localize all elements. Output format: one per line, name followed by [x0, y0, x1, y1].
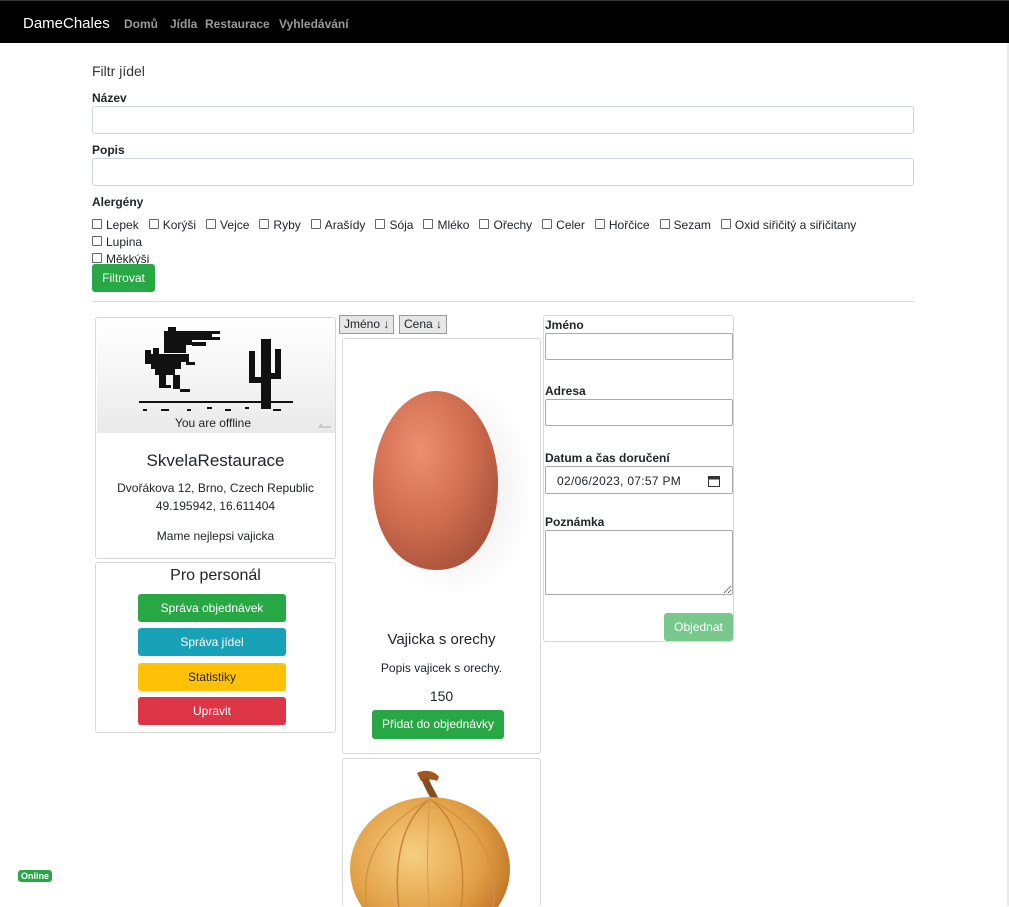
order-datetime-value: 02/06/2023, 07:57 PM: [557, 474, 682, 488]
allergen-option-label: Sója: [389, 218, 414, 232]
nav-link-search[interactable]: Vyhledávání: [279, 17, 349, 31]
allergen-checkbox[interactable]: [720, 219, 731, 229]
edit-restaurant-button[interactable]: Upravit: [138, 697, 286, 725]
restaurant-address: Dvořákova 12, Brno, Czech Republic: [117, 481, 314, 495]
allergen-option-label: Lepek: [106, 218, 139, 232]
onion-image: [350, 770, 510, 907]
allergen-option[interactable]: Ryby: [259, 217, 301, 234]
allergen-checkbox[interactable]: [259, 219, 270, 229]
allergen-option-label: Hořčice: [608, 218, 650, 232]
allergen-option-label: Sezam: [673, 218, 711, 232]
order-datetime-label: Datum a čas doručení: [545, 451, 670, 465]
nav-link-foods[interactable]: Jídla: [170, 17, 197, 31]
allergen-option[interactable]: Mléko: [423, 217, 469, 234]
allergen-option[interactable]: Ořechy: [479, 217, 532, 234]
allergens-label: Alergény: [92, 195, 144, 209]
allergen-option-label: Celer: [556, 218, 585, 232]
food-description: Popis vajicek s orechy.: [380, 661, 503, 675]
manage-orders-button[interactable]: Správa objednávek: [138, 594, 286, 622]
staff-card: Pro personál Správa objednávek Správa jí…: [95, 562, 336, 733]
allergen-option[interactable]: Oxid siřičitý a siřičitany: [720, 217, 857, 234]
order-datetime-input[interactable]: 02/06/2023, 07:57 PM: [545, 466, 733, 494]
restaurant-card: You are offline SkvelaRestaurace Dvořáko…: [95, 317, 336, 559]
order-address-label: Adresa: [545, 384, 586, 398]
manage-foods-button[interactable]: Správa jídel: [138, 628, 286, 656]
order-name-input[interactable]: [545, 333, 733, 360]
allergen-option[interactable]: Vejce: [206, 217, 249, 234]
divider: [92, 301, 914, 302]
online-status-badge: Online: [18, 870, 53, 882]
sort-by-price-button[interactable]: Cena ↓: [399, 315, 448, 334]
allergen-option-label: Ořechy: [493, 218, 533, 232]
navbar-brand[interactable]: DameChales: [23, 15, 110, 32]
navbar: DameChales Domů Jídla Restaurace Vyhledá…: [0, 0, 1009, 43]
offline-dino-icon: You are offline: [139, 327, 331, 430]
allergen-checkbox[interactable]: [92, 219, 102, 229]
allergen-option-label: Arašídy: [324, 218, 366, 232]
restaurant-name: SkvelaRestaurace: [146, 451, 285, 470]
allergen-checkbox[interactable]: [148, 219, 159, 229]
allergen-checkbox[interactable]: [659, 219, 670, 229]
allergen-option-label: Ryby: [273, 218, 301, 232]
allergen-option[interactable]: Sója: [375, 217, 413, 234]
allergen-checkbox[interactable]: [542, 219, 553, 229]
restaurant-description: Mame nejlepsi vajicka: [156, 529, 275, 543]
allergen-option-label: Mléko: [437, 218, 470, 232]
nav-link-restaurants[interactable]: Restaurace: [205, 17, 270, 31]
allergen-option[interactable]: Lepek: [92, 217, 139, 234]
order-note-label: Poznámka: [545, 515, 605, 529]
add-to-order-button[interactable]: Přidat do objednávky: [372, 710, 504, 739]
statistics-button[interactable]: Statistiky: [138, 663, 286, 691]
allergen-option[interactable]: Arašídy: [310, 217, 366, 234]
allergen-checkbox[interactable]: [310, 219, 321, 229]
egg-image: [373, 379, 535, 599]
sort-by-name-button[interactable]: Jméno ↓: [339, 315, 395, 334]
filter-button[interactable]: Filtrovat: [92, 264, 155, 292]
allergen-list: Lepek Korýši Vejce Ryby Arašídy Sója Mléko Ořec…: [92, 217, 922, 268]
allergen-checkbox[interactable]: [92, 253, 102, 263]
name-filter-label: Název: [92, 91, 127, 105]
staff-title: Pro personál: [170, 567, 261, 584]
offline-caption: You are offline: [175, 416, 251, 430]
order-note-textarea[interactable]: [545, 530, 733, 595]
allergen-option[interactable]: Lupina: [92, 234, 142, 251]
allergen-option-label: Oxid siřičitý a siřičitany: [734, 218, 857, 232]
allergen-checkbox[interactable]: [92, 236, 102, 246]
restaurant-coordinates: 49.195942, 16.611404: [155, 499, 276, 513]
description-filter-label: Popis: [92, 143, 125, 157]
name-filter-input[interactable]: [92, 106, 914, 134]
allergen-checkbox[interactable]: [375, 219, 386, 229]
allergen-option[interactable]: Sezam: [659, 217, 711, 234]
allergen-checkbox[interactable]: [479, 219, 490, 229]
submit-order-button[interactable]: Objednat: [664, 613, 733, 641]
allergen-option-label: Lupina: [106, 235, 143, 249]
allergen-checkbox[interactable]: [594, 219, 605, 229]
order-name-label: Jméno: [545, 318, 584, 332]
allergen-option[interactable]: Celer: [542, 217, 585, 234]
calendar-icon[interactable]: [708, 475, 720, 487]
allergen-option[interactable]: Korýši: [148, 217, 197, 234]
food-price: 150: [429, 688, 454, 704]
description-filter-input[interactable]: [92, 158, 914, 186]
order-address-input[interactable]: [545, 399, 733, 426]
allergen-checkbox[interactable]: [206, 219, 217, 229]
allergen-option[interactable]: Hořčice: [594, 217, 650, 234]
allergen-checkbox[interactable]: [423, 219, 434, 229]
allergen-option-label: Korýši: [162, 218, 197, 232]
food-name: Vajicka s orechy: [387, 631, 496, 648]
restaurant-image: You are offline: [97, 319, 335, 433]
filter-title: Filtr jídel: [92, 63, 145, 79]
food-card: [342, 758, 541, 907]
food-card: Vajicka s orechy Popis vajicek s orechy.…: [342, 338, 541, 754]
allergen-option-label: Vejce: [220, 218, 250, 232]
nav-link-home[interactable]: Domů: [124, 17, 158, 31]
